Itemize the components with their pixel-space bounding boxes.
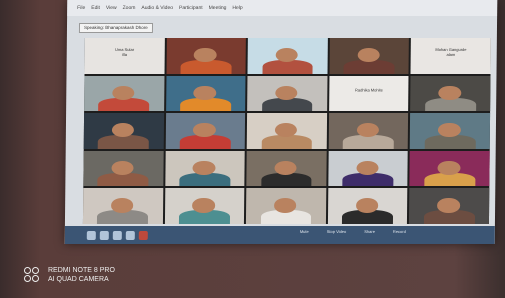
participant-face bbox=[437, 198, 460, 213]
menu-zoom[interactable]: Zoom bbox=[123, 5, 136, 11]
record-button[interactable]: Record bbox=[393, 229, 406, 234]
participant-tile[interactable] bbox=[409, 150, 490, 187]
menu-edit[interactable]: Edit bbox=[91, 5, 100, 11]
active-speaker-label: Speaking: Bhanaprakash Dhore bbox=[78, 23, 153, 33]
participant-face bbox=[437, 160, 461, 175]
participant-tile[interactable] bbox=[83, 113, 164, 149]
participant-face bbox=[192, 160, 216, 175]
participant-tile[interactable] bbox=[246, 188, 327, 224]
participant-tile[interactable] bbox=[328, 113, 409, 149]
participant-tile[interactable]: Uma Sutar illa bbox=[84, 38, 165, 74]
participant-tile[interactable] bbox=[247, 75, 328, 112]
menu-participant[interactable]: Participant bbox=[179, 5, 203, 11]
participant-video bbox=[98, 135, 150, 149]
participant-tile[interactable] bbox=[247, 38, 328, 74]
watermark-line1: REDMI NOTE 8 PRO bbox=[48, 267, 115, 274]
participant-name: Uma Sutar illa bbox=[114, 47, 135, 58]
participant-face bbox=[193, 85, 217, 100]
camera-lens-icon bbox=[24, 267, 40, 283]
participant-face bbox=[355, 198, 379, 213]
search-icon[interactable] bbox=[99, 230, 109, 240]
menu-audio-video[interactable]: Audio & Video bbox=[141, 5, 173, 11]
menu-view[interactable]: View bbox=[106, 5, 117, 11]
participant-video bbox=[180, 60, 232, 74]
participant-face bbox=[111, 160, 134, 175]
windows-taskbar bbox=[64, 226, 495, 244]
participant-tile[interactable] bbox=[84, 75, 165, 112]
participant-tile[interactable] bbox=[410, 75, 491, 112]
mute-button[interactable]: Mute bbox=[300, 229, 309, 234]
camera-watermark: REDMI NOTE 8 PRO AI QUAD CAMERA bbox=[24, 266, 115, 284]
participant-name: Radhika Mohite bbox=[355, 87, 383, 93]
participant-face bbox=[438, 123, 461, 138]
participant-tile[interactable] bbox=[83, 150, 164, 187]
video-gallery: Uma Sutar illa Mohan Gangurde alam Radhika… bbox=[82, 38, 491, 224]
participant-video bbox=[261, 135, 313, 149]
menu-help[interactable]: Help bbox=[232, 5, 242, 11]
participant-face bbox=[438, 85, 461, 100]
participant-tile[interactable] bbox=[327, 188, 408, 224]
participant-video bbox=[179, 135, 231, 149]
participant-tile[interactable] bbox=[409, 188, 490, 224]
app-icon[interactable] bbox=[138, 230, 148, 240]
participant-tile[interactable] bbox=[164, 150, 245, 187]
participant-tile[interactable] bbox=[165, 75, 246, 112]
browser-icon[interactable] bbox=[125, 230, 135, 240]
start-icon[interactable] bbox=[86, 230, 96, 240]
participant-tile[interactable]: Radhika Mohite bbox=[328, 75, 409, 112]
participant-face bbox=[275, 85, 298, 100]
participant-tile[interactable] bbox=[166, 38, 247, 74]
participant-tile[interactable] bbox=[246, 113, 327, 149]
participant-video bbox=[343, 60, 395, 74]
app-menubar: File Edit View Zoom Audio & Video Partic… bbox=[67, 0, 498, 16]
participant-video bbox=[424, 135, 476, 149]
participant-tile[interactable] bbox=[82, 188, 163, 224]
participant-tile[interactable] bbox=[246, 150, 327, 187]
participant-tile[interactable] bbox=[165, 113, 246, 149]
participant-face bbox=[274, 198, 297, 213]
photo-background: File Edit View Zoom Audio & Video Partic… bbox=[0, 0, 505, 298]
participant-video bbox=[342, 135, 394, 149]
menu-meeting[interactable]: Meeting bbox=[209, 5, 227, 11]
watermark-line2: AI QUAD CAMERA bbox=[48, 276, 109, 283]
participant-tile[interactable] bbox=[164, 188, 245, 224]
participant-tile[interactable] bbox=[410, 113, 491, 149]
participant-face bbox=[112, 85, 135, 100]
share-button[interactable]: Share bbox=[364, 229, 375, 234]
participant-face bbox=[356, 160, 379, 175]
participant-name: Mohan Gangurde alam bbox=[435, 47, 467, 58]
participant-tile[interactable] bbox=[329, 38, 410, 74]
participant-tile[interactable]: Mohan Gangurde alam bbox=[410, 38, 491, 74]
participant-tile[interactable] bbox=[328, 150, 409, 187]
menu-file[interactable]: File bbox=[77, 5, 85, 11]
participant-face bbox=[194, 47, 217, 63]
participant-face bbox=[110, 198, 134, 213]
stop-video-button[interactable]: Stop Video bbox=[327, 229, 347, 234]
explorer-icon[interactable] bbox=[112, 230, 122, 240]
participant-video bbox=[261, 60, 314, 74]
participant-face bbox=[192, 198, 215, 213]
meeting-toolbar: Mute Stop Video Share Record bbox=[300, 229, 406, 234]
laptop-screen: File Edit View Zoom Audio & Video Partic… bbox=[64, 0, 498, 244]
